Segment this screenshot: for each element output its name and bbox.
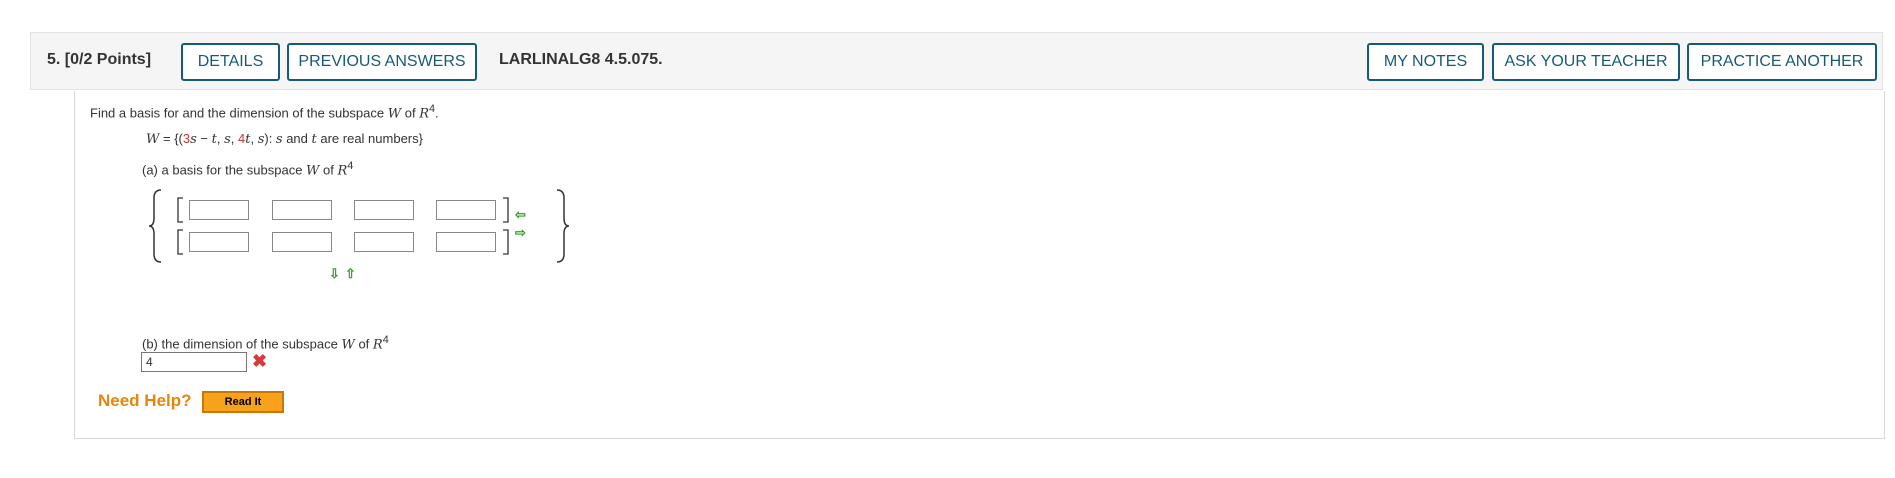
arrow-up-icon[interactable]: ⇧ <box>345 266 356 282</box>
set-open-brace <box>148 189 162 263</box>
problem-reference: LARLINALG8 4.5.075. <box>499 51 663 68</box>
set-close-brace <box>556 189 570 263</box>
vector-2-close-bracket <box>503 229 509 255</box>
vector-1-open-bracket <box>177 197 183 223</box>
vector-2-entry-3[interactable] <box>354 232 414 252</box>
part-b-label: (b) the dimension of the subspace W of R… <box>142 334 389 353</box>
practice-another-button[interactable]: PRACTICE ANOTHER <box>1687 43 1877 81</box>
my-notes-button[interactable]: MY NOTES <box>1367 43 1484 81</box>
arrow-down-icon[interactable]: ⇩ <box>329 266 340 282</box>
problem-prompt: Find a basis for and the dimension of th… <box>90 103 439 122</box>
subspace-definition: W = {(3s − t, s, 4t, s): s and t are rea… <box>146 131 423 147</box>
previous-answers-button[interactable]: PREVIOUS ANSWERS <box>287 43 477 81</box>
vector-1-entry-3[interactable] <box>354 200 414 220</box>
need-help-label: Need Help? <box>98 391 192 410</box>
arrow-right-icon[interactable]: ⇨ <box>515 225 526 241</box>
arrow-left-icon[interactable]: ⇦ <box>515 207 526 223</box>
part-a-label: (a) a basis for the subspace W of R4 <box>142 160 354 179</box>
incorrect-x-icon: ✖ <box>252 351 268 371</box>
vector-2-entry-4[interactable] <box>436 232 496 252</box>
vector-2-open-bracket <box>177 229 183 255</box>
read-it-button[interactable]: Read It <box>202 391 284 413</box>
dimension-answer-input[interactable] <box>141 352 247 372</box>
vector-1-close-bracket <box>503 197 509 223</box>
vector-1-entry-1[interactable] <box>189 200 249 220</box>
vector-1-entry-2[interactable] <box>272 200 332 220</box>
question-header: 5. [0/2 Points] DETAILS PREVIOUS ANSWERS… <box>30 32 1883 90</box>
ask-your-teacher-button[interactable]: ASK YOUR TEACHER <box>1492 43 1680 81</box>
question-number: 5. [0/2 Points] <box>47 51 152 68</box>
vector-2-entry-1[interactable] <box>189 232 249 252</box>
vector-1-entry-4[interactable] <box>436 200 496 220</box>
vector-2-entry-2[interactable] <box>272 232 332 252</box>
details-button[interactable]: DETAILS <box>181 43 280 81</box>
